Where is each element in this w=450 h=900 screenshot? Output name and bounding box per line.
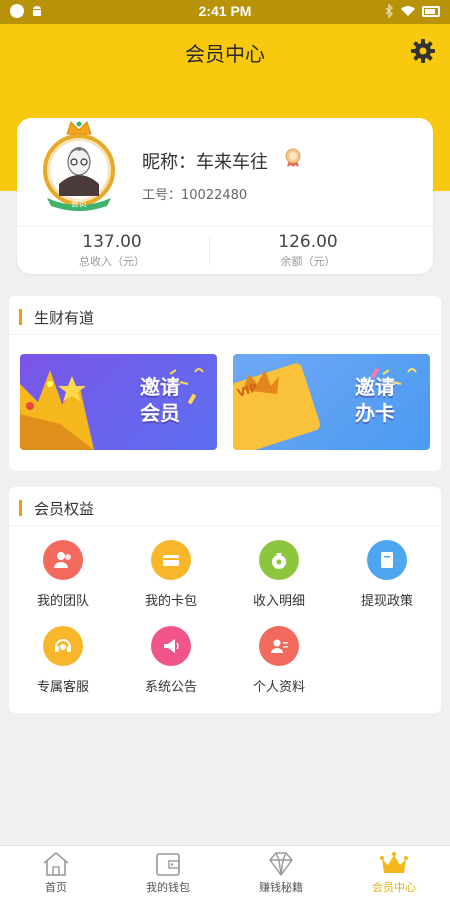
card-wallet-icon [151, 540, 191, 580]
tab-wallet[interactable]: 我的钱包 [112, 846, 224, 900]
profile-card: 会员 昵称：车来车往 工号：10022480 137.00 总收入（元） 126… [17, 118, 433, 274]
benefit-label: 提现政策 [360, 594, 413, 609]
section-accent-bar [19, 500, 22, 516]
section-accent-bar [19, 309, 22, 325]
benefit-card-wallet[interactable]: 我的卡包 [117, 540, 225, 609]
wifi-icon [401, 6, 415, 16]
crown-icon [380, 852, 408, 873]
tab-money-secrets[interactable]: 赚钱秘籍 [225, 846, 337, 900]
benefit-label: 个人资料 [252, 680, 305, 695]
benefit-announcements[interactable]: 系统公告 [117, 626, 225, 695]
tab-member-center[interactable]: 会员中心 [338, 846, 450, 900]
nickname: 昵称：车来车往 [142, 152, 268, 173]
tab-label: 赚钱秘籍 [259, 881, 303, 894]
balance-stat[interactable]: 126.00 余额（元） [213, 232, 403, 269]
benefit-label: 收入明细 [252, 594, 305, 609]
team-icon [43, 540, 83, 580]
banner-line1: 邀请 [140, 375, 180, 399]
employee-id: 工号：10022480 [142, 188, 248, 203]
tab-label: 我的钱包 [146, 881, 190, 894]
book-icon [367, 540, 407, 580]
profile-card-icon [259, 626, 299, 666]
headset-icon [43, 626, 83, 666]
diamond-icon [269, 852, 293, 877]
total-income-stat[interactable]: 137.00 总收入（元） [17, 232, 207, 269]
banner-line2: 会员 [140, 401, 180, 425]
benefit-profile-info[interactable]: 个人资料 [225, 626, 333, 695]
total-income-label: 总收入（元） [79, 255, 145, 268]
invite-card-banner[interactable]: VIP 邀请 办卡 [233, 354, 430, 450]
home-icon [43, 851, 69, 876]
benefit-my-team[interactable]: 我的团队 [9, 540, 117, 609]
balance-label: 余额（元） [280, 255, 336, 268]
rank-medal-icon [285, 148, 301, 167]
tab-label: 会员中心 [372, 881, 416, 894]
divider [17, 226, 433, 227]
wallet-icon [156, 853, 180, 876]
benefit-withdraw-policy[interactable]: 提现政策 [333, 540, 441, 609]
stat-separator [209, 236, 210, 266]
bluetooth-icon [385, 4, 393, 18]
tab-label: 首页 [45, 881, 67, 894]
divider [9, 525, 441, 526]
page-title: 会员中心 [185, 42, 265, 66]
banner-line1: 邀请 [355, 375, 395, 399]
benefit-label: 我的卡包 [144, 594, 197, 609]
status-bar: 2:41 PM [0, 0, 450, 24]
divider [9, 334, 441, 335]
benefit-income-details[interactable]: 收入明细 [225, 540, 333, 609]
benefit-label: 我的团队 [36, 594, 89, 609]
banner-line2: 办卡 [355, 401, 395, 425]
bottom-tab-bar: 首页 我的钱包 赚钱秘籍 会员中心 [0, 845, 450, 900]
tab-home[interactable]: 首页 [0, 846, 112, 900]
benefit-label: 专属客服 [36, 680, 89, 695]
invite-member-banner[interactable]: 邀请 会员 [20, 354, 217, 450]
section-header: 生财有道 [19, 308, 95, 327]
section-header: 会员权益 [19, 499, 95, 518]
megaphone-icon [151, 626, 191, 666]
total-income-value: 137.00 [82, 232, 142, 252]
benefits-section: 会员权益 我的团队 我的卡包 收入明细 提现政策 专属客服 系统公告 个人资料 [9, 487, 441, 713]
battery-icon [422, 5, 440, 17]
balance-value: 126.00 [278, 232, 338, 252]
settings-gear-icon[interactable] [410, 38, 436, 64]
benefit-customer-service[interactable]: 专属客服 [9, 626, 117, 695]
section-title: 会员权益 [34, 499, 95, 518]
avatar-badge-label: 会员 [71, 199, 87, 208]
earn-section: 生财有道 邀请 会员 VIP 邀请 办卡 [9, 296, 441, 471]
status-time: 2:41 PM [198, 3, 252, 19]
benefit-label: 系统公告 [144, 680, 197, 695]
section-title: 生财有道 [34, 308, 95, 327]
money-bag-icon [259, 540, 299, 580]
